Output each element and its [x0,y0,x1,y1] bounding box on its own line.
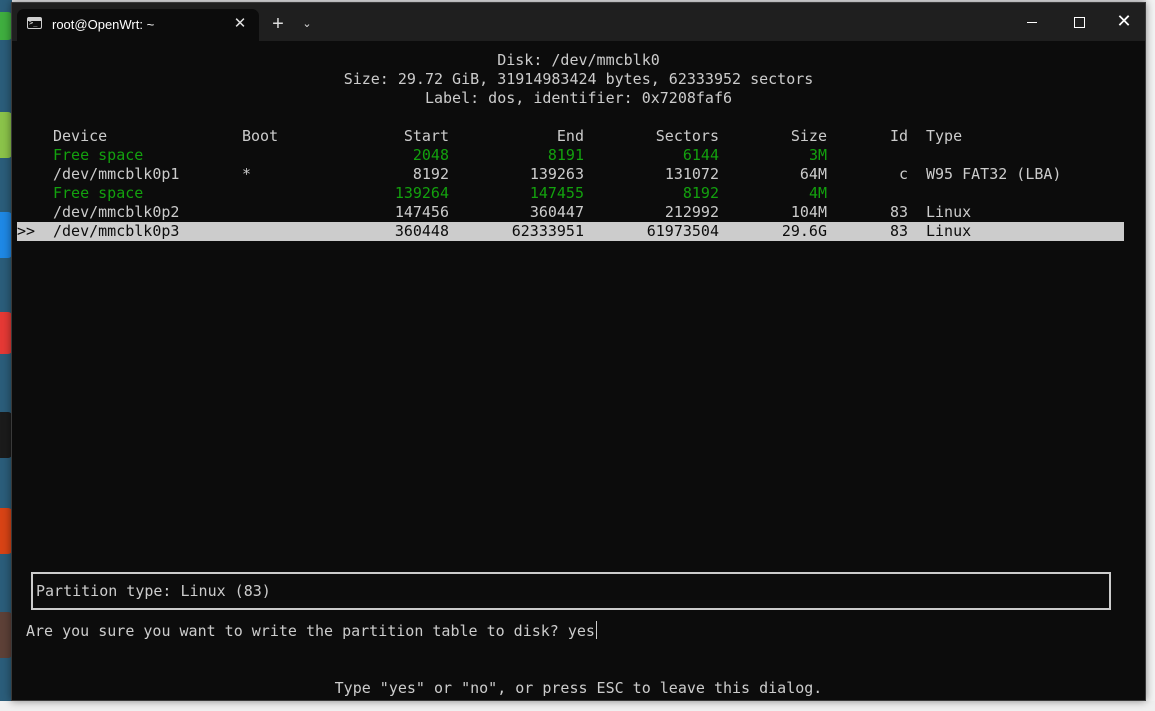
partition-type-box: Partition type: Linux (83) [31,572,1111,610]
partition-type: W95 FAT32 (LBA) [926,165,1062,183]
tab-terminal[interactable]: root@OpenWrt: ~ ✕ [17,9,259,41]
disk-label: Label: dos, identifier: 0x7208faf6 [424,89,733,107]
disk-size: Size: 29.72 GiB, 31914983424 bytes, 6233… [343,70,814,88]
partition-type-info: Partition type: Linux (83) [36,582,271,600]
terminal-content[interactable]: Disk: /dev/mmcblk0 Size: 29.72 GiB, 3191… [12,41,1145,700]
partition-id: 83 [889,203,908,221]
partition-row[interactable]: /dev/mmcblk0p2 147456 360447 212992 104M… [17,203,1124,222]
device-name: /dev/mmcblk0p1 [53,165,180,183]
col-id: Id [889,127,908,145]
sector-count: 212992 [664,203,719,221]
taskbar-edge [0,701,1155,711]
chevron-down-icon[interactable]: ⌄ [297,14,317,34]
col-sectors: Sectors [655,127,719,145]
close-icon[interactable]: ✕ [1109,7,1139,37]
write-confirm-prompt[interactable]: Are you sure you want to write the parti… [26,621,597,640]
partition-id: 83 [889,222,908,240]
start-sector: 8192 [412,165,449,183]
disk-name: Disk: /dev/mmcblk0 [497,51,660,69]
dialog-hint: Type "yes" or "no", or press ESC to leav… [334,679,823,697]
device-name: Free space [53,184,144,202]
col-end: End [556,127,584,145]
terminal-window: root@OpenWrt: ~ ✕ + ⌄ ✕ Disk: /dev/mmcbl… [11,2,1146,701]
col-start: Start [403,127,449,145]
row-marker: >> [17,222,36,240]
end-sector: 8191 [547,146,584,164]
partition-type: Linux [926,203,972,221]
col-boot: Boot [242,127,279,145]
end-sector: 147455 [529,184,584,202]
partition-size: 104M [790,203,827,221]
start-sector: 2048 [412,146,449,164]
close-tab-icon[interactable]: ✕ [229,13,251,35]
background-window [1146,0,1155,711]
col-type: Type [926,127,963,145]
partition-size: 4M [808,184,827,202]
title-bar: root@OpenWrt: ~ ✕ + ⌄ ✕ [12,3,1145,41]
start-sector: 360448 [394,222,449,240]
partition-size: 64M [799,165,827,183]
partition-id: c [898,165,908,183]
maximize-icon[interactable] [1064,7,1094,37]
tab-title: root@OpenWrt: ~ [52,17,155,32]
partition-size: 3M [808,146,827,164]
start-sector: 147456 [394,203,449,221]
col-size: Size [790,127,827,145]
sector-count: 61973504 [646,222,719,240]
end-sector: 360447 [529,203,584,221]
sector-count: 131072 [664,165,719,183]
partition-size: 29.6G [781,222,827,240]
table-header: Device Boot Start End Sectors Size Id Ty… [17,127,1124,146]
end-sector: 139263 [529,165,584,183]
device-name: /dev/mmcblk0p2 [53,203,180,221]
partition-type: Linux [926,222,972,240]
sector-count: 8192 [682,184,719,202]
minimize-icon[interactable] [1017,7,1047,37]
terminal-icon [27,17,42,29]
partition-row[interactable]: /dev/mmcblk0p1 * 8192 139263 131072 64M … [17,165,1124,184]
device-name: Free space [53,146,144,164]
partition-row[interactable]: Free space 139264 147455 8192 4M [17,184,1124,203]
partition-row[interactable]: Free space 2048 8191 6144 3M [17,146,1124,165]
device-name: /dev/mmcblk0p3 [53,222,180,240]
end-sector: 62333951 [511,222,584,240]
col-device: Device [53,127,108,145]
new-tab-button[interactable]: + [267,13,289,35]
prompt-text: Are you sure you want to write the parti… [26,622,568,640]
partition-row-selected[interactable]: >> /dev/mmcblk0p3 360448 62333951 619735… [17,222,1124,241]
answer-input[interactable]: yes [568,622,595,640]
boot-flag: * [242,165,252,183]
start-sector: 139264 [394,184,449,202]
sector-count: 6144 [682,146,719,164]
text-cursor [595,621,597,639]
